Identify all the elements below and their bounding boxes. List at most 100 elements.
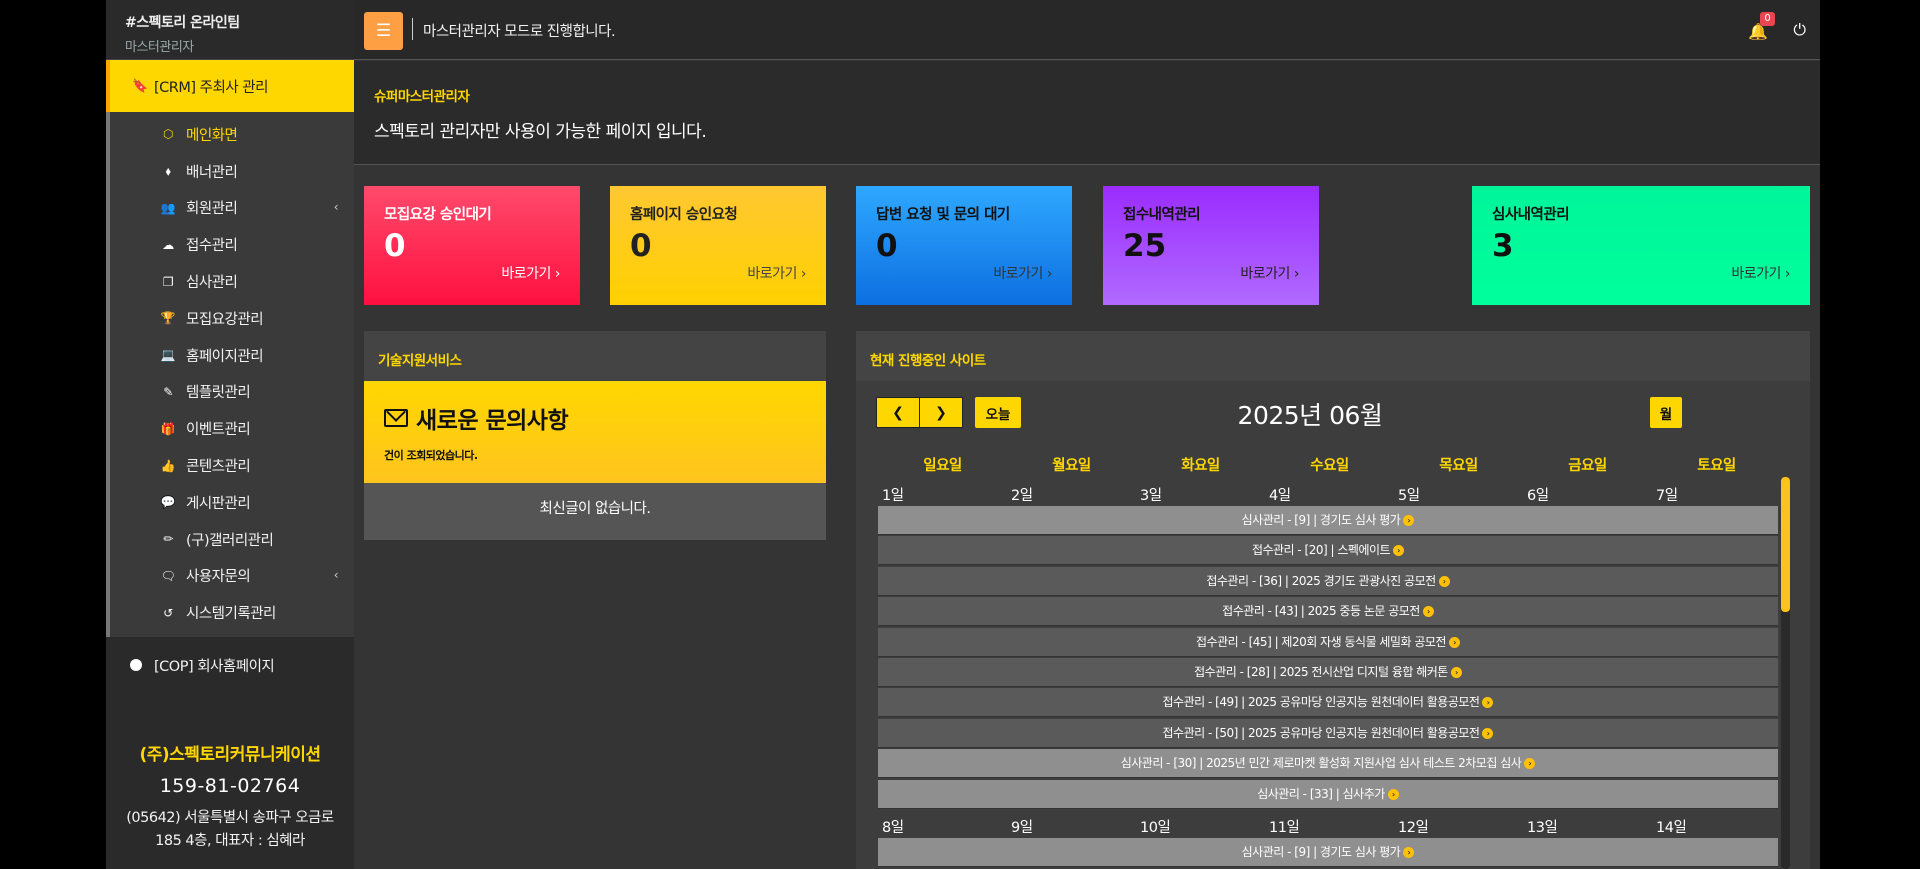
day-number[interactable]: 2일 <box>1007 484 1136 505</box>
day-number[interactable]: 13일 <box>1523 816 1652 837</box>
prev-month-button[interactable]: ❮ <box>876 397 920 428</box>
month-view-button[interactable]: 월 <box>1650 397 1682 428</box>
day-number[interactable]: 5일 <box>1394 484 1523 505</box>
stat-label: 홈페이지 승인요청 <box>630 207 738 223</box>
history-icon: ↺ <box>163 605 173 620</box>
day-number[interactable]: 12일 <box>1394 816 1523 837</box>
sidebar-item[interactable]: ⬧ 배너관리 <box>110 153 354 190</box>
chevron-left-icon: ‹ <box>333 567 339 582</box>
trophy-icon: 🏆 <box>160 311 176 326</box>
day-number[interactable]: 14일 <box>1652 816 1781 837</box>
circle-icon <box>130 659 142 672</box>
day-number[interactable]: 3일 <box>1136 484 1265 505</box>
weekday-header: 화요일 <box>1181 458 1220 474</box>
divider <box>412 18 413 40</box>
topbar-message: 마스터관리자 모드로 진행합니다. <box>423 24 616 40</box>
topbar: ☰ 마스터관리자 모드로 진행합니다. 🔔 0 ⏻ <box>354 0 1820 60</box>
sidebar-item[interactable]: 🏆 모집요강관리 <box>110 300 354 337</box>
brand: #스펙토리 온라인팀 마스터관리자 <box>106 0 354 60</box>
calendar-event[interactable]: 접수관리 - [50] | 2025 공유마당 인공지능 원천데이터 활용공모전… <box>878 718 1778 748</box>
chevron-circle-right-icon: › <box>1524 758 1536 770</box>
company-phone: 159-81-02764 <box>159 775 301 797</box>
sidebar-item[interactable]: 🎁 이벤트관리 <box>110 410 354 447</box>
sidebar-item-label: 홈페이지관리 <box>186 348 264 365</box>
chevron-right-icon: ❯ <box>935 404 947 421</box>
sidebar-item-label: 시스템기록관리 <box>186 606 276 623</box>
company-info: (주)스펙토리커뮤니케이션 159-81-02764 (05642) 서울특별시… <box>106 740 354 853</box>
event-label: 심사관리 - [30] | 2025년 민간 제로마켓 활성화 지원사업 심사 … <box>1120 756 1522 771</box>
sidebar-item-crm[interactable]: 🔖 [CRM] 주최사 관리 <box>106 60 354 112</box>
chevron-left-icon: ❮ <box>892 404 904 421</box>
event-label: 접수관리 - [43] | 2025 중등 논문 공모전 <box>1222 604 1420 619</box>
day-number[interactable]: 1일 <box>878 484 1007 505</box>
event-label: 접수관리 - [36] | 2025 경기도 관광사진 공모전 <box>1206 573 1436 588</box>
event-label: 심사관리 - [33] | 심사추가 <box>1257 786 1385 801</box>
calendar-event[interactable]: 접수관리 - [43] | 2025 중등 논문 공모전 › <box>878 597 1778 627</box>
day-number[interactable]: 6일 <box>1523 484 1652 505</box>
sidebar-item[interactable]: 👍 콘텐츠관리 <box>110 447 354 484</box>
calendar-event[interactable]: 심사관리 - [9] | 경기도 심사 평가 › <box>878 838 1778 867</box>
next-month-button[interactable]: ❯ <box>919 397 963 428</box>
calendar-event[interactable]: 접수관리 - [36] | 2025 경기도 관광사진 공모전 › <box>878 566 1778 596</box>
stat-value: 0 <box>630 228 652 264</box>
sidebar-item[interactable]: ❐ 심사관리 <box>110 263 354 300</box>
sidebar-item[interactable]: ⬡ 메인화면 <box>110 116 354 153</box>
goto-link[interactable]: 바로가기 › <box>993 263 1052 283</box>
calendar-event[interactable]: 심사관리 - [30] | 2025년 민간 제로마켓 활성화 지원사업 심사 … <box>878 749 1778 779</box>
sidebar-item-label: 이벤트관리 <box>186 422 251 439</box>
chevron-right-icon: › <box>554 266 561 282</box>
chevron-circle-right-icon: › <box>1393 545 1405 557</box>
chevron-right-icon: › <box>800 266 807 282</box>
sidebar-item-label: 템플릿관리 <box>186 385 251 402</box>
sidebar-item[interactable]: 👥 회원관리 ‹ <box>110 190 354 227</box>
day-number[interactable]: 4일 <box>1265 484 1394 505</box>
sidebar-item[interactable]: 💻 홈페이지관리 <box>110 337 354 374</box>
event-label: 심사관리 - [9] | 경기도 심사 평가 <box>1241 845 1401 859</box>
weekday-header: 금요일 <box>1568 458 1607 474</box>
calendar-event[interactable]: 접수관리 - [28] | 2025 전시산업 디지털 융합 해커톤 › <box>878 658 1778 687</box>
chevron-circle-right-icon: › <box>1482 727 1494 739</box>
calendar-event[interactable]: 접수관리 - [20] | 스펙에이트 › <box>878 536 1778 566</box>
day-number[interactable]: 8일 <box>878 816 1007 837</box>
day-number[interactable]: 7일 <box>1652 484 1781 505</box>
sidebar-item-label: 모집요강관리 <box>186 311 264 328</box>
goto-link[interactable]: 바로가기 › <box>1240 263 1299 283</box>
chevron-circle-right-icon: › <box>1438 575 1450 587</box>
comment-icon: 🗨 <box>160 568 176 583</box>
chevron-right-icon: › <box>1046 266 1053 282</box>
sidebar-item[interactable]: ✎ 템플릿관리 <box>110 374 354 411</box>
company-name: (주)스펙토리커뮤니케이션 <box>139 745 321 765</box>
sidebar-item[interactable]: ↺ 시스템기록관리 <box>110 594 354 631</box>
chevron-circle-right-icon: › <box>1387 788 1399 800</box>
stat-card-submissions: 접수내역관리 25 바로가기 › <box>1103 186 1319 305</box>
goto-link[interactable]: 바로가기 › <box>1731 263 1790 283</box>
sidebar-item[interactable]: ☁ 접수관리 <box>110 226 354 263</box>
thumbs-up-icon: 👍 <box>160 458 176 473</box>
pencil-icon: ✏ <box>163 532 173 547</box>
event-label: 접수관리 - [50] | 2025 공유마당 인공지능 원천데이터 활용공모전 <box>1162 725 1480 740</box>
sidebar-item[interactable]: 💬 게시판관리 <box>110 484 354 521</box>
calendar-event[interactable]: 접수관리 - [49] | 2025 공유마당 인공지능 원천데이터 활용공모전… <box>878 688 1778 718</box>
sidebar-item-cop[interactable]: [COP] 회사홈페이지 <box>106 639 354 691</box>
goto-link[interactable]: 바로가기 › <box>501 263 560 283</box>
sidebar-item[interactable]: ✏ (구)갤러리관리 <box>110 521 354 558</box>
sidebar-item-label: (구)갤러리관리 <box>186 532 274 549</box>
day-number[interactable]: 10일 <box>1136 816 1265 837</box>
scrollbar-thumb[interactable] <box>1781 477 1790 612</box>
calendar-event[interactable]: 심사관리 - [33] | 심사추가 › <box>878 779 1778 809</box>
calendar-event[interactable]: 접수관리 - [45] | 제20회 자생 동식물 세밀화 공모전 › <box>878 627 1778 657</box>
day-number[interactable]: 9일 <box>1007 816 1136 837</box>
event-label: 심사관리 - [9] | 경기도 심사 평가 <box>1241 513 1401 527</box>
sidebar-item[interactable]: 🗨 사용자문의 ‹ <box>110 558 354 595</box>
goto-link[interactable]: 바로가기 › <box>747 263 806 283</box>
power-icon[interactable]: ⏻ <box>1793 20 1806 40</box>
weekday-header: 월요일 <box>1052 458 1091 474</box>
day-number[interactable]: 11일 <box>1265 816 1394 837</box>
calendar-event[interactable]: 심사관리 - [9] | 경기도 심사 평가 › <box>878 506 1778 535</box>
menu-toggle-button[interactable]: ☰ <box>364 12 403 50</box>
event-label: 접수관리 - [20] | 스펙에이트 <box>1251 543 1391 558</box>
today-button[interactable]: 오늘 <box>975 397 1021 428</box>
new-inquiry-box[interactable]: 새로운 문의사항 건이 조회되었습니다. <box>364 381 826 483</box>
goto-label: 바로가기 <box>747 266 797 282</box>
stat-value: 0 <box>384 228 406 264</box>
